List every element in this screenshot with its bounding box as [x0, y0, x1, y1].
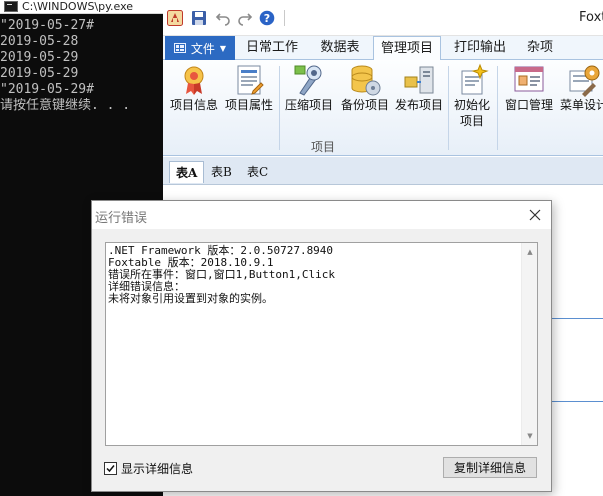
console-line: 2019-05-29: [0, 66, 79, 81]
ribbon-separator: [497, 66, 498, 150]
initialize-project-button[interactable]: 初始化项目: [450, 63, 494, 129]
tab-manage-project[interactable]: 管理项目: [373, 36, 441, 61]
menu-design-label: 菜单设计: [559, 98, 603, 112]
window-manager-label: 窗口管理: [504, 98, 553, 112]
console-line: 请按任意键继续. . .: [0, 98, 131, 113]
background-form-edge: [551, 318, 603, 402]
file-menu-label: 文件: [190, 41, 215, 56]
help-icon[interactable]: ?: [259, 10, 275, 26]
compress-project-label: 压缩项目: [284, 98, 333, 112]
save-icon[interactable]: [191, 10, 207, 26]
project-properties-label: 项目属性: [224, 98, 273, 112]
error-details-text: .NET Framework 版本：2.0.50727.8940 Foxtabl…: [106, 243, 520, 445]
show-details-label: 显示详细信息: [121, 461, 194, 476]
publish-project-button[interactable]: 发布项目: [392, 63, 446, 113]
ribbon-separator: [279, 66, 280, 150]
compress-project-button[interactable]: 压缩项目: [282, 63, 336, 113]
initialize-project-label: 初始化项目: [453, 98, 490, 128]
tab-misc[interactable]: 杂项: [517, 36, 563, 60]
project-info-button[interactable]: 项目信息: [167, 63, 221, 113]
file-menu-icon: [173, 43, 186, 53]
app-logo-icon[interactable]: [167, 10, 183, 26]
close-icon: [529, 209, 541, 221]
close-button[interactable]: [524, 205, 546, 225]
window-manager-icon: [514, 66, 544, 92]
project-properties-button[interactable]: 项目属性: [222, 63, 276, 113]
show-details-checkbox[interactable]: 显示详细信息: [104, 460, 193, 476]
error-details-textbox[interactable]: .NET Framework 版本：2.0.50727.8940 Foxtabl…: [105, 242, 538, 446]
menu-design-button[interactable]: 菜单设计: [557, 63, 603, 113]
ribbon-separator: [448, 66, 449, 150]
publish-project-icon: [404, 66, 434, 94]
ribbon-group-label: 项目: [311, 140, 336, 154]
console-line: "2019-05-29#: [0, 82, 94, 97]
ribbon-tab-bar: 文件 ▼ 日常工作 数据表 管理项目 打印输出 杂项: [163, 36, 603, 61]
ribbon-panel: 项目信息 项目属性 压缩项目 备份项目 发布项目 初始化项目 窗口管理 菜单设计…: [163, 60, 603, 156]
undo-icon[interactable]: [215, 10, 231, 26]
copy-details-button[interactable]: 复制详细信息: [443, 457, 537, 478]
tab-data-tables[interactable]: 数据表: [309, 36, 371, 60]
console-titlebar[interactable]: C:\WINDOWS\py.exe: [0, 0, 165, 14]
error-dialog: 运行错误 .NET Framework 版本：2.0.50727.8940 Fo…: [91, 200, 552, 492]
table-tab-strip: 表A 表B 表C: [163, 157, 603, 185]
error-line: 未将对象引用设置到对象的实例。: [108, 292, 273, 305]
file-menu-button[interactable]: 文件 ▼: [165, 36, 235, 60]
publish-project-label: 发布项目: [394, 98, 443, 112]
compress-project-icon: [294, 65, 322, 96]
redo-icon[interactable]: [237, 10, 253, 26]
table-tab-a[interactable]: 表A: [169, 161, 205, 183]
table-tab-b[interactable]: 表B: [205, 161, 238, 183]
tab-print-output[interactable]: 打印输出: [447, 36, 513, 60]
tab-daily-work[interactable]: 日常工作: [239, 36, 305, 60]
dialog-titlebar[interactable]: 运行错误: [92, 201, 551, 229]
console-line: 2019-05-28: [0, 34, 79, 49]
backup-project-button[interactable]: 备份项目: [338, 63, 392, 113]
menu-design-icon: [569, 65, 600, 97]
dialog-title: 运行错误: [95, 211, 148, 226]
backup-project-icon: [351, 65, 381, 96]
backup-project-label: 备份项目: [340, 98, 389, 112]
quick-access-toolbar: ? Foxt: [163, 0, 603, 36]
toolbar-separator: [284, 10, 285, 26]
scroll-up-icon[interactable]: ▲: [522, 244, 538, 260]
svg-text:?: ?: [264, 12, 270, 25]
vertical-scrollbar[interactable]: ▲ ▼: [521, 243, 537, 445]
scroll-down-icon[interactable]: ▼: [522, 428, 538, 444]
window-title: Foxt: [579, 10, 603, 25]
project-info-label: 项目信息: [169, 98, 218, 112]
chevron-down-icon: ▼: [219, 43, 227, 53]
checkbox-checked-icon[interactable]: [104, 461, 117, 475]
console-line: "2019-05-27#: [0, 18, 94, 33]
project-properties-icon: [237, 65, 264, 95]
console-line: 2019-05-29: [0, 50, 79, 65]
console-title: C:\WINDOWS\py.exe: [22, 0, 134, 13]
console-output: "2019-05-27# 2019-05-28 2019-05-29 2019-…: [0, 18, 165, 114]
table-tab-c[interactable]: 表C: [241, 161, 274, 183]
window-manager-button[interactable]: 窗口管理: [502, 63, 556, 113]
project-info-icon: [184, 66, 204, 95]
initialize-project-icon: [461, 63, 489, 95]
console-app-icon: [4, 1, 18, 12]
